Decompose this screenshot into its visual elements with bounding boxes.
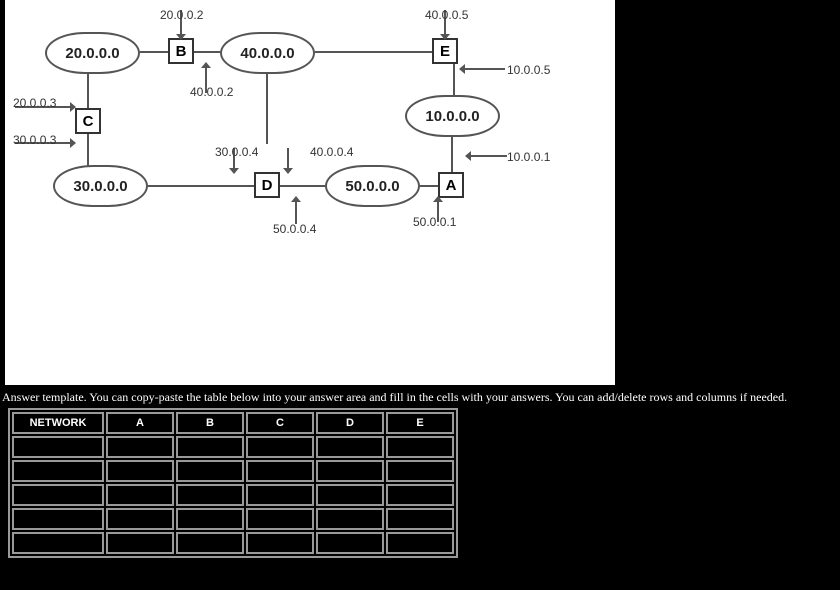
label-c-top: 20.0.0.3 [13, 96, 56, 110]
cloud-40: 40.0.0.0 [220, 32, 315, 74]
header-a: A [106, 412, 174, 434]
cloud-50: 50.0.0.0 [325, 165, 420, 207]
arrow [295, 202, 297, 224]
label-d-left: 30.0.0.4 [215, 145, 258, 159]
network-diagram: 20.0.0.0 40.0.0.0 10.0.0.0 30.0.0.0 50.0… [5, 0, 615, 385]
link [280, 185, 325, 187]
link [453, 64, 455, 96]
label-a-bottom: 50.0.0.1 [413, 215, 456, 229]
router-a: A [438, 172, 464, 198]
arrow [465, 68, 505, 70]
label-e-top: 40.0.0.5 [425, 8, 468, 22]
link [420, 185, 438, 187]
link [315, 51, 432, 53]
router-b: B [168, 38, 194, 64]
answer-table: NETWORK A B C D E [8, 408, 458, 558]
header-d: D [316, 412, 384, 434]
label-b-bottom: 40.0.0.2 [190, 85, 233, 99]
header-e: E [386, 412, 454, 434]
router-e: E [432, 38, 458, 64]
link [194, 51, 220, 53]
table-row [12, 436, 454, 458]
link [266, 74, 268, 144]
label-d-bottom: 50.0.0.4 [273, 222, 316, 236]
arrow [471, 155, 507, 157]
table-row [12, 460, 454, 482]
table-row [12, 508, 454, 530]
header-b: B [176, 412, 244, 434]
table-header-row: NETWORK A B C D E [12, 412, 454, 434]
header-c: C [246, 412, 314, 434]
cloud-30: 30.0.0.0 [53, 165, 148, 207]
link [148, 185, 254, 187]
router-c: C [75, 108, 101, 134]
label-a-top: 10.0.0.1 [507, 150, 550, 164]
cloud-20: 20.0.0.0 [45, 32, 140, 74]
link [87, 74, 89, 108]
table-body [12, 436, 454, 554]
link [451, 137, 453, 172]
arrow [287, 148, 289, 168]
link [87, 134, 89, 167]
instruction-text: Answer template. You can copy-paste the … [2, 390, 787, 405]
router-d: D [254, 172, 280, 198]
table-row [12, 532, 454, 554]
table-row [12, 484, 454, 506]
label-b-top: 20.0.0.2 [160, 8, 203, 22]
label-c-bottom: 30.0.0.3 [13, 133, 56, 147]
cloud-10: 10.0.0.0 [405, 95, 500, 137]
label-e-right: 10.0.0.5 [507, 63, 550, 77]
link [140, 51, 168, 53]
label-d-top: 40.0.0.4 [310, 145, 353, 159]
header-network: NETWORK [12, 412, 104, 434]
